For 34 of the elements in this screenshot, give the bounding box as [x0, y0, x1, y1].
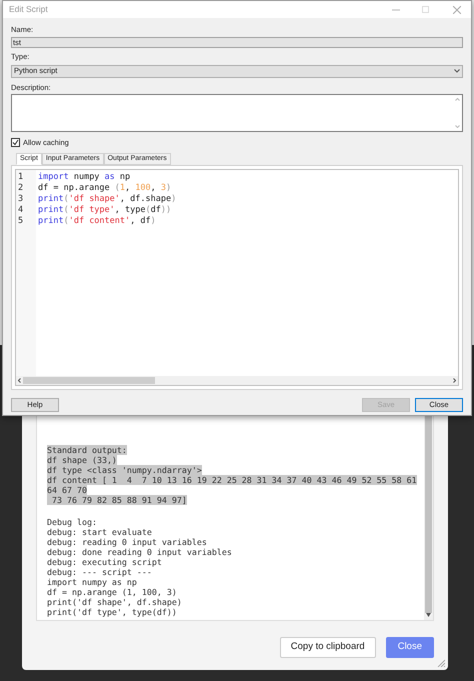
line-number: 4 [18, 205, 24, 216]
line-number: 2 [18, 183, 24, 194]
code-line: print('df type', type(df)) [38, 205, 172, 216]
output-line: Debug log: [47, 517, 97, 527]
code-editor[interactable]: 1 2 3 4 5 import numpy as np df = np.arange (1, 100, 3) print('df shape', df.shape) print('df type', type(df)) print('df content', df) [15, 169, 459, 386]
output-line: debug: executing script [47, 557, 162, 567]
output-line: debug: reading 0 input variables [47, 537, 207, 547]
scroll-right-icon[interactable] [453, 378, 456, 383]
chevron-down-icon [454, 69, 460, 73]
maximize-icon[interactable] [422, 6, 429, 13]
code-line: df = np.arange (1, 100, 3) [38, 183, 172, 194]
output-line: debug: start evaluate [47, 527, 152, 537]
scrollbar-thumb[interactable] [425, 416, 432, 614]
output-line: debug: done reading 0 input variables [47, 547, 232, 557]
output-line: print('df type', type(df)) [47, 607, 177, 617]
description-field[interactable] [11, 94, 463, 132]
line-number: 1 [18, 172, 24, 183]
resize-grip-icon[interactable] [437, 659, 445, 667]
code-line: import numpy as np [38, 172, 132, 183]
close-icon[interactable] [453, 6, 461, 14]
output-line: debug: --- script --- [47, 567, 152, 577]
scrollbar-thumb[interactable] [23, 377, 155, 384]
checkbox[interactable] [11, 138, 20, 147]
code-line: print('df shape', df.shape) [38, 194, 176, 205]
output-line: print('df shape', df.shape) [47, 597, 182, 607]
scroll-up-icon[interactable] [455, 98, 460, 101]
output-line: import numpy as np [47, 577, 137, 587]
copy-button[interactable]: Copy to clipboard [280, 637, 376, 658]
output-line: df = np.arange (1, 100, 3) [47, 587, 177, 597]
line-number: 5 [18, 216, 24, 227]
line-number: 3 [18, 194, 24, 205]
scroll-left-icon[interactable] [18, 378, 21, 383]
window-title: Edit Script [9, 3, 48, 16]
code-line: print('df content', df) [38, 216, 157, 227]
